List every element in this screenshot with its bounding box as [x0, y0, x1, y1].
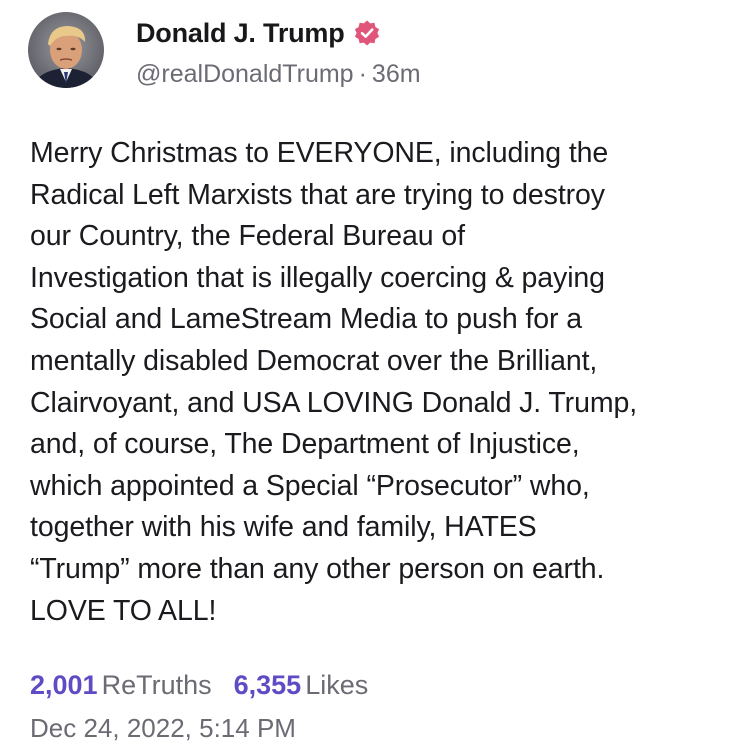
post-body: Merry Christmas to EVERYONE, including t… — [30, 137, 638, 627]
meta-separator: · — [358, 60, 367, 88]
post-age[interactable]: 36m — [372, 60, 421, 88]
author-display-name[interactable]: Donald J. Trump — [136, 18, 345, 49]
likes-stat[interactable]: 6,355 Likes — [234, 670, 369, 701]
likes-count: 6,355 — [233, 670, 302, 700]
likes-label: Likes — [305, 670, 369, 700]
author-avatar[interactable] — [28, 12, 104, 88]
retruths-count: 2,001 — [30, 670, 98, 700]
author-handle[interactable]: @realDonaldTrump — [136, 60, 354, 88]
profile-photo-icon — [28, 12, 104, 88]
retruths-stat[interactable]: 2,001 ReTruths — [30, 670, 212, 701]
post-card: Donald J. Trump @realDonaldTrump · 36m Mer… — [0, 0, 755, 750]
post-timestamp[interactable]: Dec 24, 2022, 5:14 PM — [30, 713, 296, 744]
engagement-stats: 2,001 ReTruths 6,355 Likes — [30, 670, 368, 701]
retruths-label: ReTruths — [101, 670, 212, 700]
author-meta-row: @realDonaldTrump · 36m — [136, 60, 421, 89]
author-name-row: Donald J. Trump — [136, 15, 381, 51]
verified-badge-icon — [353, 19, 381, 47]
